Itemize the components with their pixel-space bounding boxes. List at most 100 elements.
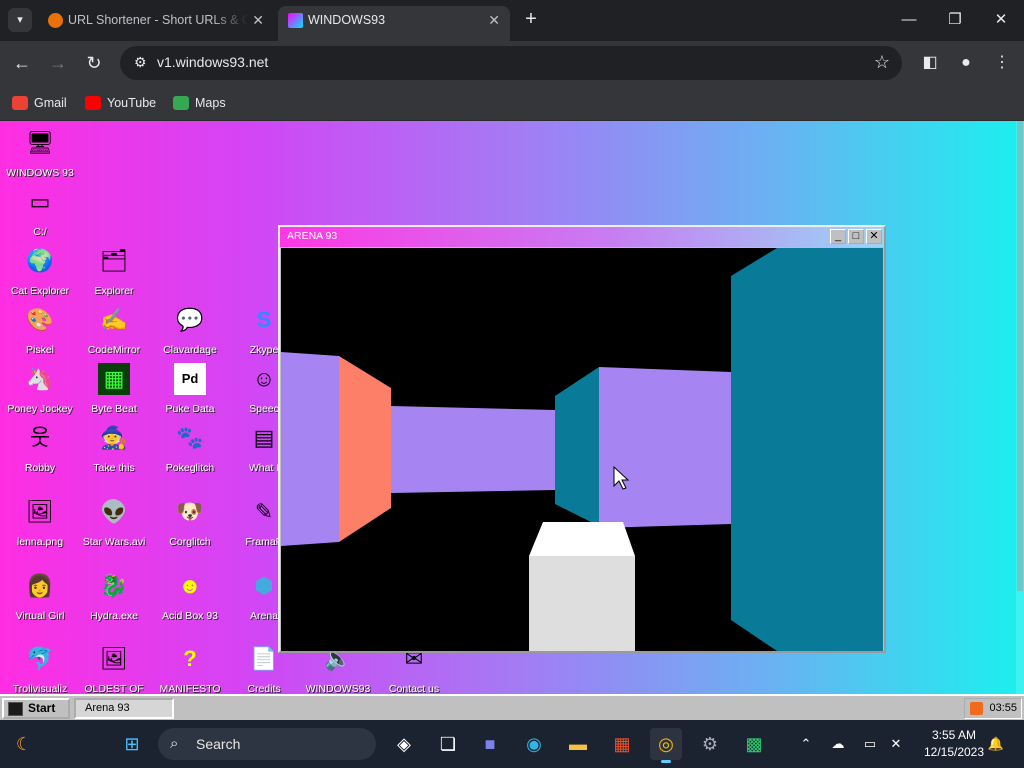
desktop-icon-label: Hydra.exe [90,610,138,622]
desktop-icon-acid-box[interactable]: ☻ Acid Box 93 [153,568,227,626]
desktop-icon-byte-beat[interactable]: ▦ Byte Beat [77,361,151,419]
desktop-icon-robby[interactable]: 웃 Robby [3,420,77,478]
search-icon: ⌕ [170,735,179,752]
desktop-icon-hydra[interactable]: 🐉 Hydra.exe [77,568,151,626]
desktop-icon-pokeglitch[interactable]: 🐾 Pokeglitch [153,420,227,478]
desktop-icon-label: Corglitch [169,536,211,548]
minimize-window-button[interactable]: — [886,0,932,41]
desktop-icon-virtual-girl[interactable]: 👩 Virtual Girl [3,568,77,626]
desktop-icon-poney-jockey[interactable]: 🦄 Poney Jockey [3,361,77,419]
windows-start-icon[interactable]: ⊞ [116,728,148,760]
rss-icon[interactable] [970,702,983,715]
codemirror-icon: ✍ [100,307,128,332]
window-title: ARENA 93 [287,230,338,242]
taskbar-search-box[interactable]: ⌕ Search [158,728,376,760]
desktop-icon-take-this[interactable]: 🧙 Take this [77,420,151,478]
edge-icon[interactable]: ◉ [518,728,550,760]
menu-kebab-icon[interactable]: ⋮ [990,51,1014,75]
zkype-icon: S [256,307,272,332]
restore-window-button[interactable]: ❐ [932,0,978,41]
volume-muted-icon[interactable]: ✕ [886,734,906,754]
start-button[interactable]: Start [2,698,70,719]
task-view-icon[interactable]: ❏ [432,728,464,760]
back-button[interactable]: ← [10,51,34,75]
desktop-icon-cat-explorer[interactable]: 🌍 Cat Explorer [3,243,77,301]
app-icon[interactable]: ▩ [738,728,770,760]
desktop-icon-label: Piskel [25,344,54,356]
tray-overflow-chevron-icon[interactable]: ⌃ [796,734,816,754]
tab-search-chevron-icon[interactable]: ▾ [8,8,32,32]
close-icon[interactable]: ✕ [866,229,882,244]
clavardage-icon: 💬 [176,307,204,332]
address-bar[interactable]: ⚙ v1.windows93.net ☆ [120,46,902,80]
file-explorer-icon[interactable]: ▬ [562,728,594,760]
reload-button[interactable]: ↻ [82,51,106,75]
desktop-icon-piskel[interactable]: 🎨 Piskel [3,302,77,360]
notification-bell-icon[interactable]: 🔔 [986,734,1006,754]
bookmark-maps[interactable]: Maps [173,93,226,113]
tab-favicon-icon [48,13,63,28]
desktop-icon-corglitch[interactable]: 🐶 Corglitch [153,494,227,552]
onedrive-icon[interactable]: ☁ [828,734,848,754]
game-viewport[interactable] [281,248,883,651]
desktop-icon-explorer[interactable]: 🗂 Explorer [77,243,151,301]
tab-title: WINDOWS93 [308,13,386,27]
desktop-icon-windows93[interactable]: 🖥 WINDOWS 93 [3,125,77,183]
tab-url-shortener[interactable]: URL Shortener - Short URLs & C ✕ [38,6,274,41]
store-icon[interactable]: ▦ [606,728,638,760]
taskbar-clock[interactable]: 3:55 AM 12/15/2023 [918,727,990,761]
settings-gear-icon[interactable]: ⚙ [694,728,726,760]
tab-windows93[interactable]: WINDOWS93 ✕ [278,6,510,41]
desktop-icon-label: Cat Explorer [10,285,70,297]
taskbar-item-arena[interactable]: Arena 93 [74,698,174,719]
desktop-icon-oldest[interactable]: 🖼 OLDEST OF [77,641,151,694]
desktop-icon-manifesto[interactable]: ? MANIFESTO [153,641,227,694]
arena-window-titlebar[interactable]: ARENA 93 _ □ ✕ [280,227,884,247]
profile-icon[interactable]: ● [954,51,978,75]
desktop-icon-c-drive[interactable]: ▭ C:/ [3,184,77,242]
arena-window[interactable]: ARENA 93 _ □ ✕ [278,225,886,653]
maps-icon [173,96,189,110]
close-tab-icon[interactable]: ✕ [488,6,500,35]
maximize-icon[interactable]: □ [848,229,864,244]
site-info-icon[interactable]: ⚙ [134,54,147,71]
new-tab-button[interactable]: + [519,8,543,32]
minimize-icon[interactable]: _ [830,229,846,244]
desktop-icon-lenna[interactable]: 🖼 lenna.png [3,494,77,552]
close-tab-icon[interactable]: ✕ [252,6,264,35]
desktop-icon-label: WINDOWS93 [305,683,371,694]
desktop-icon-label: Explorer [94,285,134,297]
bookmark-youtube[interactable]: YouTube [85,93,156,113]
desktop-icon-label: WINDOWS 93 [6,167,74,179]
bookmark-label: Maps [195,96,226,110]
teams-icon[interactable]: ■ [474,728,506,760]
desktop-icon-trollvisualiz[interactable]: 🐬 Trollvisualiz [3,641,77,694]
desktop-icon-clavardage[interactable]: 💬 Clavardage [153,302,227,360]
youtube-icon [85,96,101,110]
video-file-icon: 👽 [100,499,128,524]
gmail-icon [12,96,28,110]
w93-tray: 03:55 [964,698,1022,719]
desktop-scrollbar[interactable] [1016,121,1024,694]
browser-tab-bar: ▾ URL Shortener - Short URLs & C ✕ WINDO… [0,0,1024,41]
close-window-button[interactable]: ✕ [978,0,1024,41]
network-icon[interactable]: ▭ [860,734,880,754]
weather-widget-icon[interactable]: ☾ [8,728,40,760]
wall-back [391,406,555,493]
bookmark-star-icon[interactable]: ☆ [874,52,890,73]
forward-button[interactable]: → [46,51,70,75]
chrome-icon[interactable]: ◎ [650,728,682,763]
side-panel-icon[interactable]: ◧ [918,51,942,75]
desktop-icon-star-wars[interactable]: 👽 Star Wars.avi [77,494,151,552]
takethis-icon: 🧙 [100,425,128,450]
windows-taskbar: ☾ ⊞ ⌕ Search ◈ ❏ ■ ◉ ▬ ▦ ◎ ⚙ ▩ ⌃ ☁ ▭ ✕ 3… [0,720,1024,768]
start-label: Start [28,701,56,715]
bookmark-gmail[interactable]: Gmail [12,93,67,113]
desktop-icon-puke-data[interactable]: Pd Puke Data [153,361,227,419]
desktop-icon-codemirror[interactable]: ✍ CodeMirror [77,302,151,360]
desktop-icon-label: OLDEST OF [84,683,144,694]
desktop-icon-label: Robby [24,462,56,474]
scrollbar-thumb[interactable] [1017,121,1023,591]
cat-explorer-icon: 🌍 [26,248,54,273]
copilot-preview-icon[interactable]: ◈ [388,728,420,760]
